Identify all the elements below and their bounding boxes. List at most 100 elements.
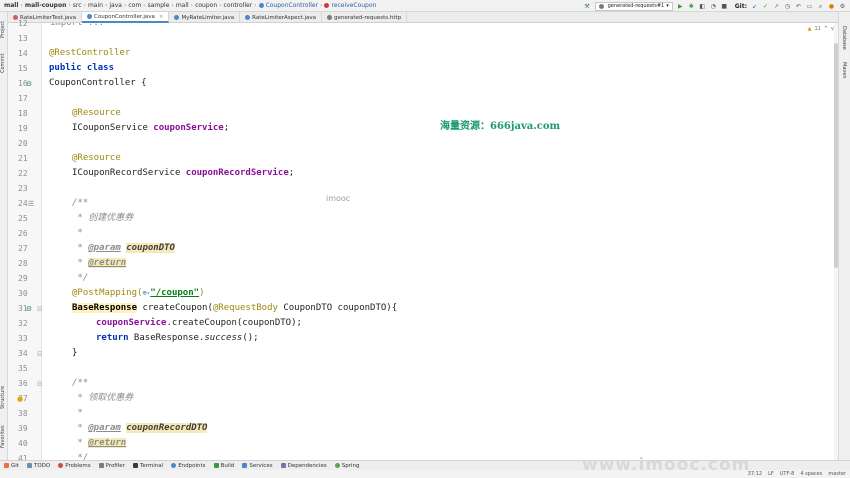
database-tool-button[interactable]: Database bbox=[841, 26, 847, 50]
type-name: ICouponService bbox=[72, 123, 154, 133]
code-line: * bbox=[72, 226, 83, 241]
line-number: 29 bbox=[18, 274, 28, 283]
favorites-tool-button[interactable]: Favorites bbox=[0, 422, 8, 452]
breadcrumb-item[interactable]: receiveCoupon bbox=[331, 2, 376, 9]
doc-comment: * bbox=[72, 228, 83, 238]
doc-param-name: couponRecordDTO bbox=[126, 423, 208, 433]
editor-icon[interactable]: ▭ bbox=[806, 3, 813, 10]
tab-label: CouponController.java bbox=[94, 13, 155, 20]
todo-icon bbox=[26, 463, 32, 468]
line-number: 12 bbox=[18, 19, 28, 28]
code-line: couponService.createCoupon(couponDTO); bbox=[96, 316, 302, 331]
http-icon bbox=[598, 3, 604, 9]
breadcrumb-item[interactable]: main bbox=[88, 2, 103, 9]
close-icon[interactable]: × bbox=[159, 14, 164, 20]
breadcrumb-item[interactable]: mall bbox=[176, 2, 189, 9]
breadcrumb-item[interactable]: coupon bbox=[195, 2, 217, 9]
coverage-icon[interactable]: ◧ bbox=[699, 3, 706, 10]
breadcrumb-item[interactable]: com bbox=[128, 2, 141, 9]
string-literal: "/coupon" bbox=[150, 288, 200, 298]
doc-tag: @param bbox=[88, 423, 121, 433]
chevron-up-icon[interactable]: ^ bbox=[824, 26, 828, 32]
run-icon[interactable]: ▶ bbox=[677, 3, 684, 10]
problems-tool-button[interactable]: Problems bbox=[58, 463, 91, 469]
line-number: 23 bbox=[18, 184, 28, 193]
breadcrumb-item[interactable]: java bbox=[109, 2, 122, 9]
file-encoding[interactable]: UTF-8 bbox=[780, 471, 795, 477]
doc-tag: @param bbox=[88, 243, 121, 253]
structure-tool-button[interactable]: Structure bbox=[0, 382, 8, 412]
spring-bean-icon[interactable]: ⚙ bbox=[25, 80, 33, 88]
run-configuration-select[interactable]: generated-requests#1 ▾ bbox=[594, 1, 673, 11]
tab-rate-limiter-aspect[interactable]: RateLimiterAspect.java bbox=[240, 12, 322, 23]
services-icon bbox=[242, 463, 248, 468]
breadcrumb-item[interactable]: controller bbox=[224, 2, 253, 9]
tool-label: Git bbox=[11, 462, 19, 469]
line-number: 32 bbox=[18, 319, 28, 328]
settings-icon[interactable]: ⚙ bbox=[839, 3, 846, 10]
search-icon[interactable]: ⌕ bbox=[817, 3, 824, 10]
stop-icon[interactable]: ■ bbox=[721, 3, 728, 10]
code-line: public class bbox=[49, 61, 114, 76]
tool-label: TODO bbox=[33, 462, 51, 469]
method-signature: createCoupon( bbox=[137, 303, 213, 313]
hammer-icon[interactable]: ⚒ bbox=[584, 3, 591, 10]
breadcrumb-item[interactable]: CouponController bbox=[266, 2, 318, 9]
code-line: * @param couponRecordDTO bbox=[72, 421, 208, 436]
fold-icon[interactable]: ☰ bbox=[27, 200, 35, 208]
build-tool-button[interactable]: Build bbox=[213, 463, 234, 469]
tab-my-rate-limiter[interactable]: MyRateLimiter.java bbox=[169, 12, 241, 23]
project-tool-button[interactable]: Project bbox=[0, 16, 8, 42]
debug-icon[interactable]: ✱ bbox=[688, 3, 695, 10]
annotation: @Resource bbox=[72, 108, 121, 118]
inspection-widget[interactable]: ▲ 11 ^ v bbox=[808, 26, 834, 32]
warning-count: 11 bbox=[814, 26, 821, 32]
code-line: CouponController { bbox=[49, 76, 147, 91]
code-line: @Resource bbox=[72, 151, 121, 166]
line-separator[interactable]: LF bbox=[768, 471, 774, 477]
git-branch[interactable]: master bbox=[828, 471, 846, 477]
endpoints-tool-button[interactable]: Endpoints bbox=[171, 463, 206, 469]
tab-coupon-controller[interactable]: CouponController.java × bbox=[82, 12, 170, 23]
left-tool-strip: Project Commit Structure Favorites bbox=[0, 12, 8, 460]
history-icon[interactable]: ◷ bbox=[784, 3, 791, 10]
commit-icon[interactable]: ✓ bbox=[762, 3, 769, 10]
push-icon[interactable]: ↗ bbox=[773, 3, 780, 10]
lightbulb-icon[interactable]: ● bbox=[16, 395, 24, 403]
profiler-tool-button[interactable]: Profiler bbox=[98, 463, 125, 469]
code-line: @Resource bbox=[72, 106, 121, 121]
method-call: (); bbox=[242, 333, 259, 343]
rollback-icon[interactable]: ↶ bbox=[795, 3, 802, 10]
field-name: couponService bbox=[96, 318, 167, 328]
terminal-tool-button[interactable]: Terminal bbox=[132, 463, 163, 469]
maven-tool-button[interactable]: Maven bbox=[841, 62, 847, 79]
doc-param-name: couponDTO bbox=[126, 243, 175, 253]
code-editor[interactable]: import ... @RestController public class … bbox=[42, 23, 838, 460]
indent-setting[interactable]: 4 spaces bbox=[800, 471, 822, 477]
java-file-icon bbox=[245, 15, 251, 20]
update-available-icon[interactable]: ● bbox=[828, 3, 835, 10]
breadcrumb-item[interactable]: mall bbox=[4, 2, 18, 9]
tab-generated-requests[interactable]: generated-requests.http bbox=[322, 12, 408, 23]
line-number: 27 bbox=[18, 244, 28, 253]
navigation-bar: mall › mall-coupon › src › main › java › com ›… bbox=[0, 0, 850, 12]
editor-gutter[interactable]: 12 13 14 15 16 17 18 19 20 21 22 23 24 2… bbox=[8, 19, 43, 463]
services-tool-button[interactable]: Services bbox=[242, 463, 273, 469]
spring-tool-button[interactable]: Spring bbox=[334, 463, 359, 469]
warning-icon: ▲ bbox=[807, 26, 812, 32]
breadcrumb-item[interactable]: mall-coupon bbox=[25, 2, 67, 9]
spring-mapping-icon[interactable]: ⚙ bbox=[25, 305, 33, 313]
profile-icon[interactable]: ◔ bbox=[710, 3, 717, 10]
todo-tool-button[interactable]: TODO bbox=[26, 462, 51, 469]
code-line: @PostMapping(⊕▾"/coupon") bbox=[72, 286, 205, 301]
line-number: 40 bbox=[18, 439, 28, 448]
type-name: ICouponRecordService bbox=[72, 168, 186, 178]
update-icon[interactable]: ↙ bbox=[751, 3, 758, 10]
code-line: */ bbox=[72, 271, 88, 286]
git-tool-button[interactable]: Git bbox=[4, 463, 19, 469]
breadcrumb-item[interactable]: src bbox=[73, 2, 82, 9]
commit-tool-button[interactable]: Commit bbox=[0, 50, 8, 76]
breadcrumb-item[interactable]: sample bbox=[148, 2, 170, 9]
code-line: * @return bbox=[72, 256, 127, 271]
dependencies-tool-button[interactable]: Dependencies bbox=[280, 463, 327, 469]
